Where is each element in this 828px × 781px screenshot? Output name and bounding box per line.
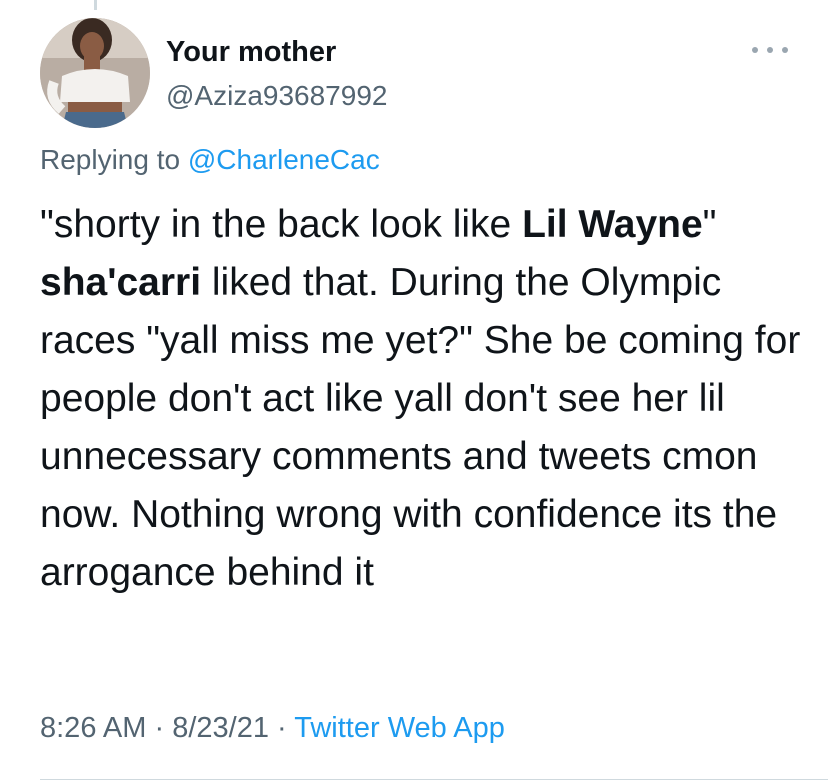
tweet-text-part: "	[702, 203, 717, 246]
thread-connector-line	[94, 0, 97, 10]
tweet-text: "shorty in the back look like Lil Wayne"…	[40, 196, 810, 602]
tweet-text-bold: Lil Wayne	[522, 203, 703, 246]
tweet-text-bold: sha'carri	[40, 261, 202, 304]
tweet-metadata: 8:26 AM · 8/23/21 · Twitter Web App	[40, 712, 505, 745]
tweet-date[interactable]: 8/23/21	[172, 712, 269, 744]
meta-separator: ·	[154, 712, 165, 744]
replying-prefix: Replying to	[40, 144, 181, 175]
more-dot	[782, 47, 788, 53]
tweet-source-link[interactable]: Twitter Web App	[294, 712, 505, 744]
tweet-text-part: liked that. During the Olympic races "ya…	[40, 261, 801, 594]
more-dot	[767, 47, 773, 53]
avatar[interactable]	[40, 18, 150, 128]
tweet-time[interactable]: 8:26 AM	[40, 712, 146, 744]
replying-to-line: Replying to @CharleneCac	[40, 144, 380, 176]
replying-to-link[interactable]: @CharleneCac	[188, 144, 380, 175]
author-handle[interactable]: @Aziza93687992	[166, 80, 387, 112]
divider	[40, 779, 828, 780]
meta-separator: ·	[277, 712, 287, 744]
author-name[interactable]: Your mother	[166, 36, 336, 69]
more-dot	[752, 47, 758, 53]
more-horizontal-icon[interactable]	[752, 38, 788, 62]
tweet-text-part: "shorty in the back look like	[40, 203, 523, 246]
